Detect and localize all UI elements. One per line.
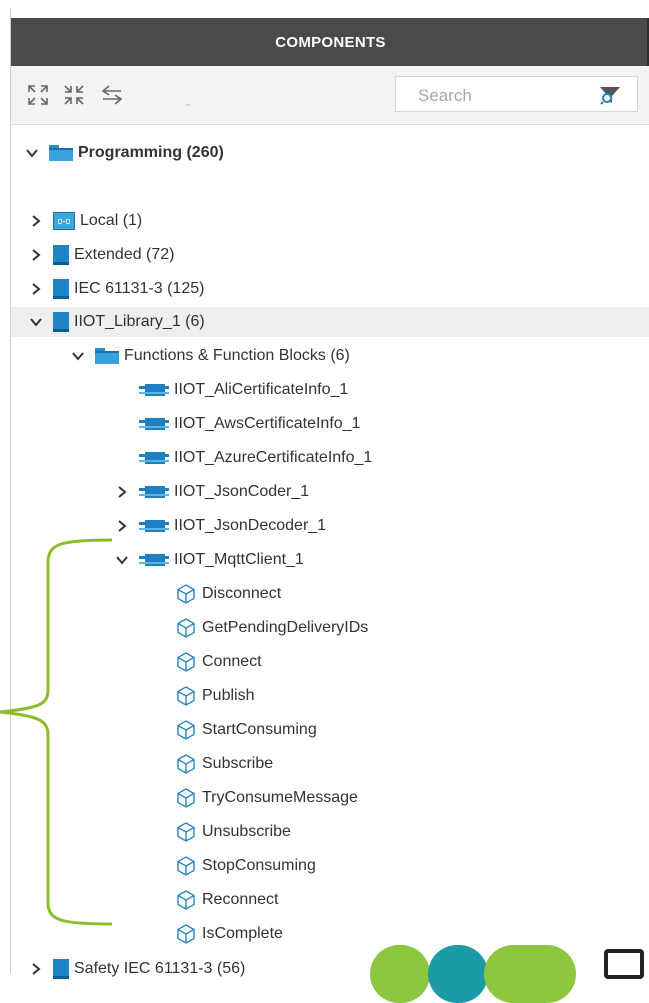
tree-item-method[interactable]: StopConsuming <box>151 851 316 881</box>
tree-item-block[interactable]: IIOT_AzureCertificateInfo_1 <box>115 443 372 473</box>
tree-item-label: IIOT_AliCertificateInfo_1 <box>174 381 349 398</box>
logo-green-pill <box>484 945 576 1003</box>
tree-item-method[interactable]: Disconnect <box>151 579 281 609</box>
tree-item-label: StartConsuming <box>202 721 317 738</box>
function-block-icon <box>139 484 169 500</box>
method-cube-icon <box>177 924 195 944</box>
function-block-icon <box>139 450 169 466</box>
annotation-bracket <box>0 538 113 926</box>
tree-item-block[interactable]: IIOT_JsonDecoder_1 <box>115 511 326 541</box>
logo-green-dot <box>370 945 430 1003</box>
method-cube-icon <box>177 618 195 638</box>
logo-mark-icon <box>604 949 644 979</box>
tree-item-label: GetPendingDeliveryIDs <box>202 619 369 636</box>
tree-item-label: StopConsuming <box>202 857 316 874</box>
function-block-icon <box>139 416 169 432</box>
tree-item-label: Connect <box>202 653 262 670</box>
search-box[interactable] <box>395 76 638 112</box>
tree-item-label: IsComplete <box>202 925 283 942</box>
panel-title: COMPONENTS <box>275 33 386 51</box>
function-block-icon <box>139 382 169 398</box>
tree-item-label: IIOT_MqttClient_1 <box>174 551 304 568</box>
tree-item-method[interactable]: Publish <box>151 681 254 711</box>
tree-item-label: IIOT_JsonDecoder_1 <box>174 517 327 534</box>
toolbar-dropdown-caret[interactable]: ⌄ <box>184 98 192 109</box>
method-cube-icon <box>177 822 195 842</box>
tree-item-method[interactable]: Reconnect <box>151 885 279 915</box>
tree-item-label: Publish <box>202 687 255 704</box>
tree-item-label: Reconnect <box>202 891 279 908</box>
method-cube-icon <box>177 720 195 740</box>
tree-item-label: IIOT_AzureCertificateInfo_1 <box>174 449 373 466</box>
logo-teal-dot <box>428 945 488 1003</box>
tree-item-label: Subscribe <box>202 755 274 772</box>
method-cube-icon <box>177 890 195 910</box>
tree-item-label: IIOT_JsonCoder_1 <box>174 483 310 500</box>
function-block-icon <box>139 552 169 568</box>
tree-item-label: IIOT_AwsCertificateInfo_1 <box>174 415 361 432</box>
tree-item-label: Disconnect <box>202 585 282 602</box>
tree-item-block[interactable]: IIOT_MqttClient_1 <box>115 545 304 575</box>
tree-item-method[interactable]: StartConsuming <box>151 715 317 745</box>
tree-item-method[interactable]: TryConsumeMessage <box>151 783 358 813</box>
tree-item-block[interactable]: IIOT_AwsCertificateInfo_1 <box>115 409 360 439</box>
tree-item-label: TryConsumeMessage <box>202 789 358 806</box>
tree-item-block[interactable]: IIOT_AliCertificateInfo_1 <box>115 375 348 405</box>
search-input[interactable] <box>416 85 570 107</box>
method-cube-icon <box>177 856 195 876</box>
tree-item-method[interactable]: IsComplete <box>151 919 283 949</box>
filter-search-icon[interactable] <box>599 85 621 105</box>
method-cube-icon <box>177 584 195 604</box>
method-cube-icon <box>177 788 195 808</box>
method-cube-icon <box>177 686 195 706</box>
tree-item-label: Functions & Function Blocks (6) <box>124 347 350 364</box>
tree-item-method[interactable]: Connect <box>151 647 262 677</box>
brand-logos <box>370 945 649 1003</box>
function-block-icon <box>139 518 169 534</box>
method-cube-icon <box>177 754 195 774</box>
tree-item-method[interactable]: GetPendingDeliveryIDs <box>151 613 368 643</box>
tree-item-block[interactable]: IIOT_JsonCoder_1 <box>115 477 309 507</box>
method-cube-icon <box>177 652 195 672</box>
tree-item-label: Unsubscribe <box>202 823 291 840</box>
tree-item-method[interactable]: Subscribe <box>151 749 273 779</box>
tree-item-method[interactable]: Unsubscribe <box>151 817 291 847</box>
